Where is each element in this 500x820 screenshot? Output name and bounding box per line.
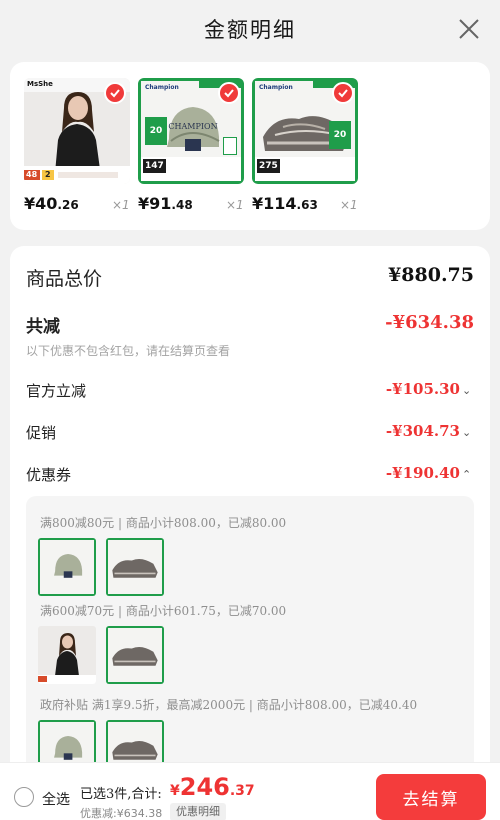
product-quantity: ×1: [112, 198, 130, 212]
page-title: 金额明细: [204, 18, 296, 42]
select-all-radio[interactable]: [14, 787, 34, 807]
price-badge: 275: [257, 159, 280, 173]
reduced-note: 优惠减:¥634.38: [80, 807, 163, 820]
total-amount: ¥246.37: [170, 773, 255, 801]
svg-text:CHAMPION: CHAMPION: [168, 122, 217, 131]
price-badge: 147: [143, 159, 166, 173]
selected-check-icon[interactable]: [104, 82, 126, 104]
summary-card: 商品总价 ¥880.75 共减 -¥634.38 以下优惠不包含红包，请在结算页…: [10, 246, 490, 820]
sneaker-icon: [112, 646, 158, 666]
products-card: MsShe 48 2 ¥40.26 ×1 Champion CHAMPION 2…: [10, 62, 490, 230]
coupon-product-thumb: [38, 626, 96, 684]
product-quantity: ×1: [340, 198, 358, 212]
official-discount-row[interactable]: 官方立减 -¥105.30 ⌄: [26, 380, 474, 401]
line-value: -¥190.40: [385, 464, 460, 482]
sneaker-icon: [112, 558, 158, 578]
chevron-down-icon: ⌄: [462, 426, 472, 439]
line-label: 促销: [26, 424, 57, 442]
badge-20: 20: [145, 117, 167, 145]
cap-product-image: [38, 538, 96, 596]
amount-detail-sheet: 金额明细 MsShe 48 2 ¥40.26 ×1 Champion CHAMP…: [0, 0, 500, 820]
line-value: -¥304.73: [385, 422, 460, 440]
reduce-row: 共减 -¥634.38: [26, 312, 474, 337]
line-value: -¥105.30: [385, 380, 460, 398]
coupon-title: 满600减70元 | 商品小计601.75，已减70.00: [40, 604, 287, 618]
coupon-row[interactable]: 优惠券 -¥190.40 ⌃: [26, 464, 474, 485]
line-label: 官方立减: [26, 382, 87, 400]
badge-20: 20: [329, 121, 351, 149]
discount-detail-button[interactable]: 优惠明细: [170, 803, 226, 820]
total-label: 商品总价: [26, 268, 103, 290]
promotion-row[interactable]: 促销 -¥304.73 ⌄: [26, 422, 474, 443]
reduce-note: 以下优惠不包含红包，请在结算页查看: [26, 344, 231, 358]
product-price: ¥40.26: [24, 194, 79, 213]
product-price: ¥91.48: [138, 194, 193, 213]
product-item[interactable]: Champion CHAMPION 20 147 ¥91.48 ×1: [138, 78, 244, 220]
product-thumbnail: Champion 20 275: [252, 78, 358, 184]
product-thumbnail: MsShe 48 2: [24, 78, 130, 184]
total-value: ¥880.75: [388, 264, 474, 286]
reduce-value: -¥634.38: [385, 312, 474, 333]
line-label: 优惠券: [26, 466, 72, 484]
product-quantity: ×1: [226, 198, 244, 212]
coupon-product-thumb: [106, 538, 164, 596]
sneaker-product-image: [106, 626, 164, 684]
select-all-label[interactable]: 全选: [42, 789, 70, 809]
coupon-title: 政府补贴 满1享9.5折，最高减2000元 | 商品小计808.00，已减40.…: [40, 698, 418, 712]
sneaker-product-image: [106, 538, 164, 596]
price-badge: 2: [45, 170, 51, 179]
chevron-up-icon: ⌃: [462, 468, 472, 481]
checkout-button[interactable]: 去结算: [376, 774, 486, 820]
title-bar: 金额明细: [0, 0, 500, 58]
brand-label: MsShe: [27, 80, 53, 88]
coupon-product-thumb: [106, 626, 164, 684]
selected-count: 已选3件,合计:: [80, 787, 162, 802]
checkout-bar: 全选 已选3件,合计: ¥246.37 优惠减:¥634.38 优惠明细 去结算: [0, 762, 500, 820]
coupon-product-thumb: [38, 538, 96, 596]
product-item[interactable]: MsShe 48 2 ¥40.26 ×1: [24, 78, 130, 220]
total-row: 商品总价 ¥880.75: [26, 264, 474, 291]
price-badge: 48: [26, 170, 38, 179]
reduce-label: 共减: [26, 317, 60, 337]
close-icon[interactable]: [456, 16, 482, 42]
product-thumbnail: Champion CHAMPION 20 147: [138, 78, 244, 184]
product-price: ¥114.63: [252, 194, 318, 213]
woman-in-black-top-image: [38, 626, 96, 684]
product-item[interactable]: Champion 20 275 ¥114.63 ×1: [252, 78, 358, 220]
cap-icon: [54, 554, 83, 578]
chevron-down-icon: ⌄: [462, 384, 472, 397]
selected-check-icon[interactable]: [218, 82, 240, 104]
selected-check-icon[interactable]: [332, 82, 354, 104]
coupon-title: 满800减80元 | 商品小计808.00，已减80.00: [40, 516, 287, 530]
